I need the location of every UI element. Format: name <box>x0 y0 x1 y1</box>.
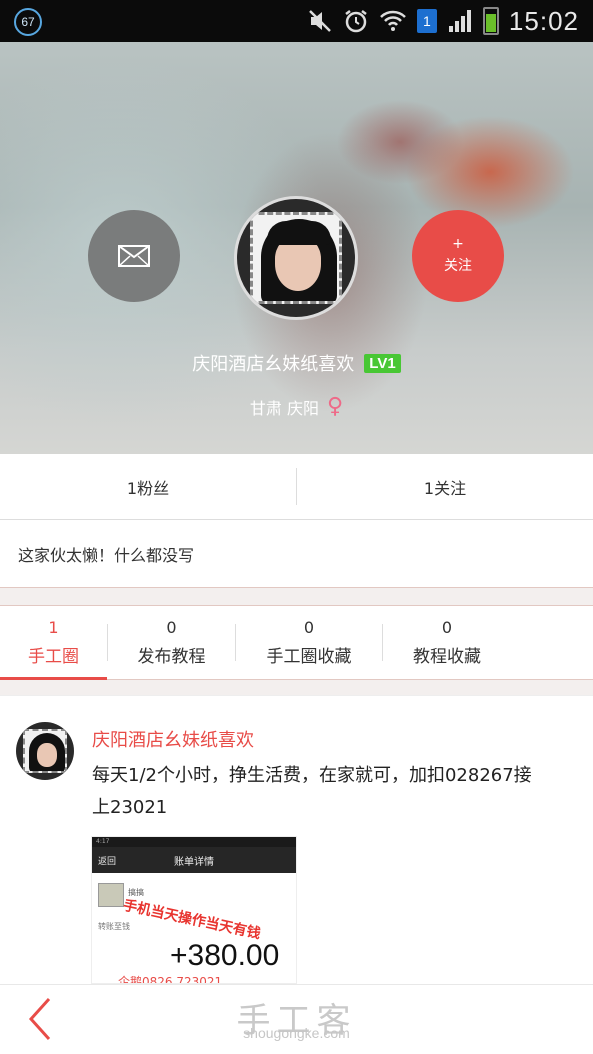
username: 庆阳酒店幺妹纸喜欢 <box>192 354 355 375</box>
battery-icon <box>482 7 499 35</box>
clock: 15:02 <box>508 5 579 36</box>
tab-handmade-circle[interactable]: 1 手工圈 <box>0 606 107 680</box>
follow-label: 关注 <box>444 258 472 274</box>
mail-icon <box>118 245 150 267</box>
watermark-url: shougongke.com <box>243 1025 350 1041</box>
post-image[interactable]: 4:17 返回 账单详情 搞搞 转账至钱 手机当天操作当天有钱 +380.00 … <box>91 836 297 984</box>
content-tabs: 1 手工圈 0 发布教程 0 手工圈收藏 0 教程收藏 <box>0 606 593 680</box>
notification-badge: 67 <box>14 8 42 36</box>
follow-button[interactable]: + 关注 <box>412 210 504 302</box>
fans-count[interactable]: 1粉丝 <box>0 454 296 519</box>
tab-label: 教程收藏 <box>413 647 481 667</box>
mute-icon <box>309 10 331 32</box>
tab-count: 0 <box>303 618 315 637</box>
plus-icon: + <box>452 236 464 252</box>
section-gap <box>0 588 593 606</box>
avatar-photo <box>250 212 342 304</box>
image-row-text: 转账至钱 <box>98 922 130 931</box>
tab-count: 1 <box>48 618 59 637</box>
image-title: 账单详情 <box>174 856 214 868</box>
post-item[interactable]: 庆阳酒店幺妹纸喜欢 每天1/2个小时，挣生活费，在家就可，加扣028267接上2… <box>0 696 593 984</box>
tab-count: 0 <box>441 618 453 637</box>
post-avatar[interactable] <box>16 722 74 780</box>
status-icons: 1 15:02 <box>307 4 579 38</box>
tab-label: 发布教程 <box>137 647 206 667</box>
tab-published-tutorials[interactable]: 0 发布教程 <box>108 606 235 679</box>
sim-icon: 1 <box>416 9 437 33</box>
image-status: 4:17 <box>92 837 296 847</box>
following-count[interactable]: 1关注 <box>297 454 593 519</box>
level-badge: LV1 <box>364 353 401 373</box>
image-stamp-text: 手机当天操作当天有钱 <box>121 897 262 943</box>
section-gap <box>0 680 593 696</box>
tab-tutorial-favorites[interactable]: 0 教程收藏 <box>383 606 511 679</box>
tab-label: 手工圈 <box>28 647 79 667</box>
alarm-icon <box>345 10 367 33</box>
image-amount: +380.00 <box>170 939 280 972</box>
location: 甘肃 庆阳 <box>249 398 319 418</box>
tab-label: 手工圈收藏 <box>266 647 352 667</box>
tab-count: 0 <box>166 618 177 637</box>
wifi-icon <box>380 10 406 31</box>
location-row: 甘肃 庆阳 ♀ <box>0 394 593 419</box>
signal-icon <box>448 10 471 32</box>
post-text: 每天1/2个小时，挣生活费，在家就可，加扣028267接上23021 <box>92 765 532 818</box>
bio: 这家伙太懒！什么都没写 <box>0 520 593 588</box>
bio-text: 这家伙太懒！什么都没写 <box>18 545 195 565</box>
post-author[interactable]: 庆阳酒店幺妹纸喜欢 <box>92 726 254 752</box>
message-button[interactable] <box>88 210 180 302</box>
female-icon: ♀ <box>326 394 344 419</box>
image-bottom-text: 企鹅0826 723021 <box>118 975 223 984</box>
image-nav: 返回 账单详情 <box>92 847 296 873</box>
image-back: 返回 <box>98 856 117 867</box>
avatar[interactable] <box>234 196 358 320</box>
bottom-bar: 手工客 shougongke.com <box>0 984 593 1054</box>
profile-header: + 关注 庆阳酒店幺妹纸喜欢 LV1 甘肃 庆阳 ♀ <box>0 42 593 454</box>
image-thumbnail <box>98 883 124 907</box>
status-bar: 67 1 15:02 <box>0 0 593 42</box>
username-row: 庆阳酒店幺妹纸喜欢 LV1 <box>0 350 593 376</box>
tab-circle-favorites[interactable]: 0 手工圈收藏 <box>236 606 382 679</box>
stats-bar: 1粉丝 1关注 <box>0 454 593 520</box>
